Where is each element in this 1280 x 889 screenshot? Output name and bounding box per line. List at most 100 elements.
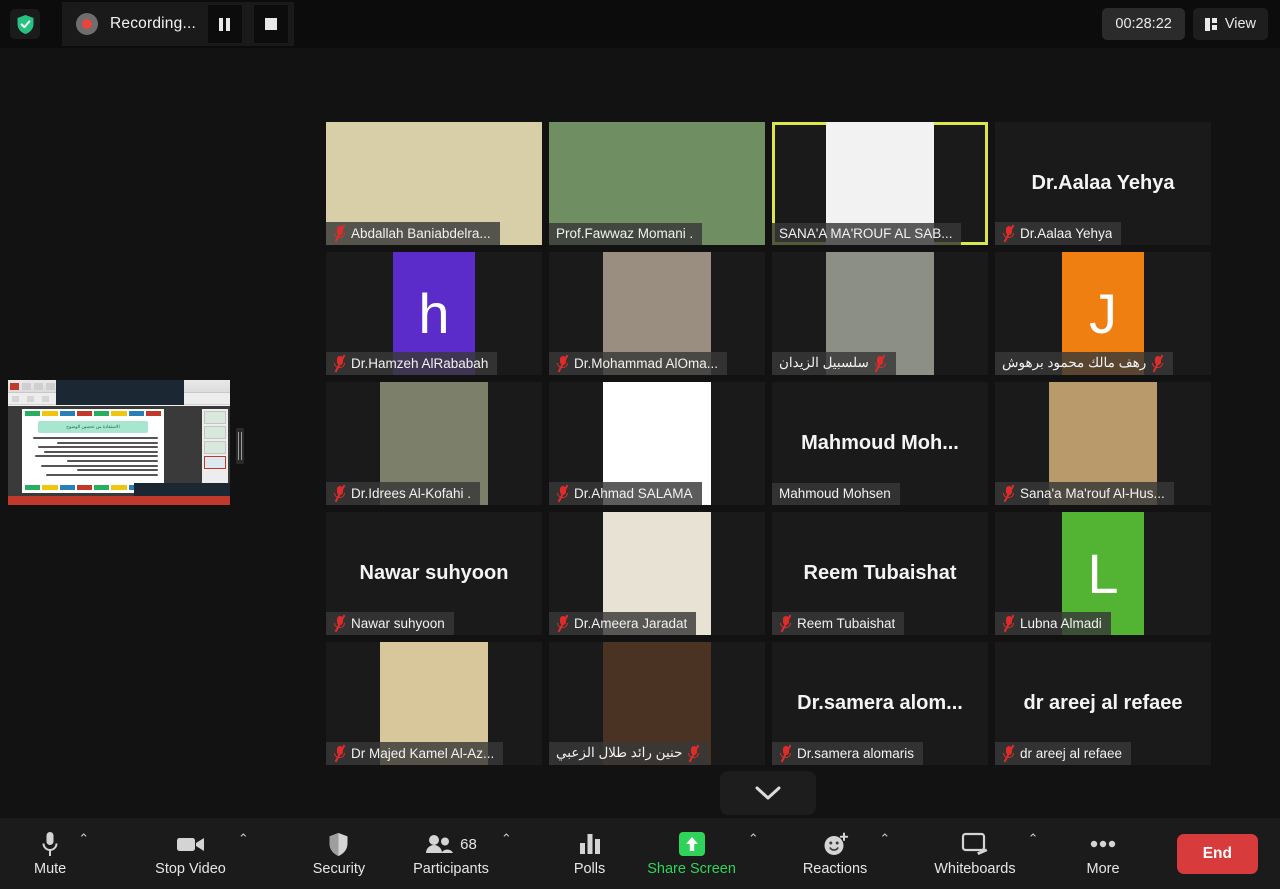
participant-tile[interactable]: Abdallah Baniabdelra... xyxy=(326,122,542,245)
toolbar-group: Polls xyxy=(574,823,605,885)
resize-handle[interactable] xyxy=(236,428,244,464)
microphone-icon xyxy=(42,831,58,856)
mic-muted-icon xyxy=(1002,614,1015,633)
toolbar-button-stop-video[interactable]: Stop Video xyxy=(155,823,226,885)
mic-muted-icon xyxy=(1002,224,1015,243)
participant-tile[interactable]: SANA'A MA'ROUF AL SAB... xyxy=(772,122,988,245)
participant-name-label: Dr.Mohammad AlOma... xyxy=(549,352,728,375)
toolbar-label: More xyxy=(1086,860,1120,877)
participant-tile[interactable]: Dr.Aalaa Yehya Dr.Aalaa Yehya xyxy=(995,122,1211,245)
toolbar-button-reactions[interactable]: Reactions xyxy=(803,823,867,885)
participant-tile[interactable]: Nawar suhyoon Nawar suhyoon xyxy=(326,512,542,635)
toolbar-label: Whiteboards xyxy=(934,860,1016,877)
toolbar-button-mute[interactable]: Mute xyxy=(34,823,66,885)
toolbar-button-share-screen[interactable]: Share Screen xyxy=(647,823,736,885)
participant-tile[interactable]: dr areej al refaee dr areej al refaee xyxy=(995,642,1211,765)
participant-name-label: Abdallah Baniabdelra... xyxy=(326,222,500,245)
toolbar-group: 68 Participants ⌃ xyxy=(413,823,512,885)
participant-name-text: SANA'A MA'ROUF AL SAB... xyxy=(779,226,953,241)
ppt-bottom-overlay xyxy=(134,483,230,496)
recording-indicator: Recording... xyxy=(62,2,294,46)
participant-tile[interactable]: Dr.Ameera Jaradat xyxy=(549,512,765,635)
scroll-down-button[interactable] xyxy=(720,771,816,815)
mic-muted-icon xyxy=(333,354,346,373)
ppt-slide: الاستفادة من تحسين الوضوح xyxy=(22,409,164,493)
participant-name-label: Lubna Almadi xyxy=(995,612,1111,635)
microphone-icon-wrap xyxy=(40,831,60,858)
participant-name-label: Mahmoud Mohsen xyxy=(772,483,900,505)
chevron-up-icon[interactable]: ⌃ xyxy=(879,831,890,847)
participant-tile[interactable]: Prof.Fawwaz Momani . xyxy=(549,122,765,245)
participant-name-label: Dr Majed Kamel Al-Az... xyxy=(326,742,504,765)
participant-name-text: Dr.Ameera Jaradat xyxy=(574,615,688,631)
participant-tile[interactable]: Dr.Ahmad SALAMA xyxy=(549,382,765,505)
participant-tile[interactable]: L Lubna Almadi xyxy=(995,512,1211,635)
participant-name-text: Reem Tubaishat xyxy=(797,615,896,631)
participant-name-label: SANA'A MA'ROUF AL SAB... xyxy=(772,223,962,245)
end-button-wrap: End xyxy=(1176,833,1258,874)
view-button[interactable]: View xyxy=(1192,8,1268,40)
top-bar-right-group: 00:28:22 View xyxy=(1102,8,1280,40)
participant-display-name: Nawar suhyoon xyxy=(359,562,509,584)
participant-tile[interactable]: Reem Tubaishat Reem Tubaishat xyxy=(772,512,988,635)
participant-tile[interactable]: حنين رائد طلال الزعبي xyxy=(549,642,765,765)
zoom-meeting-window: Recording... 00:28:22 View الاستفادة من … xyxy=(0,0,1280,889)
slide-body-lines xyxy=(22,435,164,476)
shared-screen-preview[interactable]: الاستفادة من تحسين الوضوح xyxy=(8,380,230,505)
stop-recording-button[interactable] xyxy=(253,5,288,43)
pause-icon xyxy=(219,17,231,31)
pause-recording-button[interactable] xyxy=(207,5,242,43)
grid-layout-icon xyxy=(1204,17,1217,31)
encryption-shield-icon[interactable] xyxy=(10,9,40,39)
slide-heading: الاستفادة من تحسين الوضوح xyxy=(38,421,148,433)
toolbar-button-security[interactable]: Security xyxy=(313,823,365,885)
bar-chart-icon-wrap xyxy=(579,831,601,858)
toolbar-group: Security xyxy=(313,823,365,885)
toolbar-button-polls[interactable]: Polls xyxy=(574,823,605,885)
chevron-up-icon[interactable]: ⌃ xyxy=(501,831,512,847)
meeting-top-bar: Recording... 00:28:22 View xyxy=(0,0,1280,48)
participant-tile[interactable]: Dr.samera alom... Dr.samera alomaris xyxy=(772,642,988,765)
ppt-top-overlay xyxy=(56,380,184,405)
toolbar-button-participants[interactable]: 68 Participants xyxy=(413,823,489,885)
chevron-down-icon xyxy=(755,786,781,799)
toolbar-label: Security xyxy=(312,860,366,877)
participant-display-name: Mahmoud Moh... xyxy=(801,432,959,454)
participant-name-text: Prof.Fawwaz Momani . xyxy=(556,226,694,241)
meeting-controls-toolbar: Mute ⌃ Stop Video ⌃ Security 68 Participants ⌃ P… xyxy=(0,818,1280,889)
smiley-plus-icon xyxy=(824,832,848,855)
chevron-up-icon[interactable]: ⌃ xyxy=(78,831,89,847)
participant-tile[interactable]: Dr Majed Kamel Al-Az... xyxy=(326,642,542,765)
toolbar-button-more[interactable]: More xyxy=(1087,823,1120,885)
ellipsis-icon-wrap xyxy=(1090,831,1116,858)
participant-tile[interactable]: سلسبيل الزيدان xyxy=(772,252,988,375)
participant-name-label: Dr.Aalaa Yehya xyxy=(995,222,1122,245)
shared-screen-thumbnail[interactable]: الاستفادة من تحسين الوضوح xyxy=(8,380,244,505)
smiley-plus-icon-wrap xyxy=(822,831,849,858)
toolbar-group: Mute ⌃ xyxy=(34,823,89,885)
participant-name-label: Dr.Ameera Jaradat xyxy=(549,612,697,635)
chevron-up-icon[interactable]: ⌃ xyxy=(238,831,249,847)
participant-name-label: رهف مالك محمود برهوش xyxy=(995,352,1174,375)
participant-tile[interactable]: Mahmoud Moh... Mahmoud Mohsen xyxy=(772,382,988,505)
participant-tile[interactable]: J رهف مالك محمود برهوش xyxy=(995,252,1211,375)
end-meeting-button[interactable]: End xyxy=(1176,833,1258,874)
chevron-up-icon[interactable]: ⌃ xyxy=(748,831,759,847)
participants-count: 68 xyxy=(460,835,477,853)
mic-muted-icon xyxy=(874,354,887,373)
whiteboard-icon-wrap xyxy=(961,831,989,858)
mic-muted-icon xyxy=(687,744,700,763)
toolbar-label: Reactions xyxy=(802,860,868,877)
participant-name-text: Dr.Idrees Al-Kofahi . xyxy=(351,485,472,501)
participant-name-text: Dr.Ahmad SALAMA xyxy=(574,485,693,501)
toolbar-group: More xyxy=(1087,823,1120,885)
chevron-up-icon[interactable]: ⌃ xyxy=(1028,831,1039,847)
participant-tile[interactable]: Sana'a Ma'rouf Al-Hus... xyxy=(995,382,1211,505)
participant-name-text: Dr Majed Kamel Al-Az... xyxy=(351,745,495,761)
toolbar-button-whiteboards[interactable]: Whiteboards xyxy=(934,823,1016,885)
participant-tile[interactable]: h Dr.Hamzeh AlRababah xyxy=(326,252,542,375)
toolbar-label: Participants xyxy=(413,860,489,877)
participant-tile[interactable]: Dr.Mohammad AlOma... xyxy=(549,252,765,375)
participant-tile[interactable]: Dr.Idrees Al-Kofahi . xyxy=(326,382,542,505)
share-screen-arrow-icon xyxy=(678,832,705,856)
